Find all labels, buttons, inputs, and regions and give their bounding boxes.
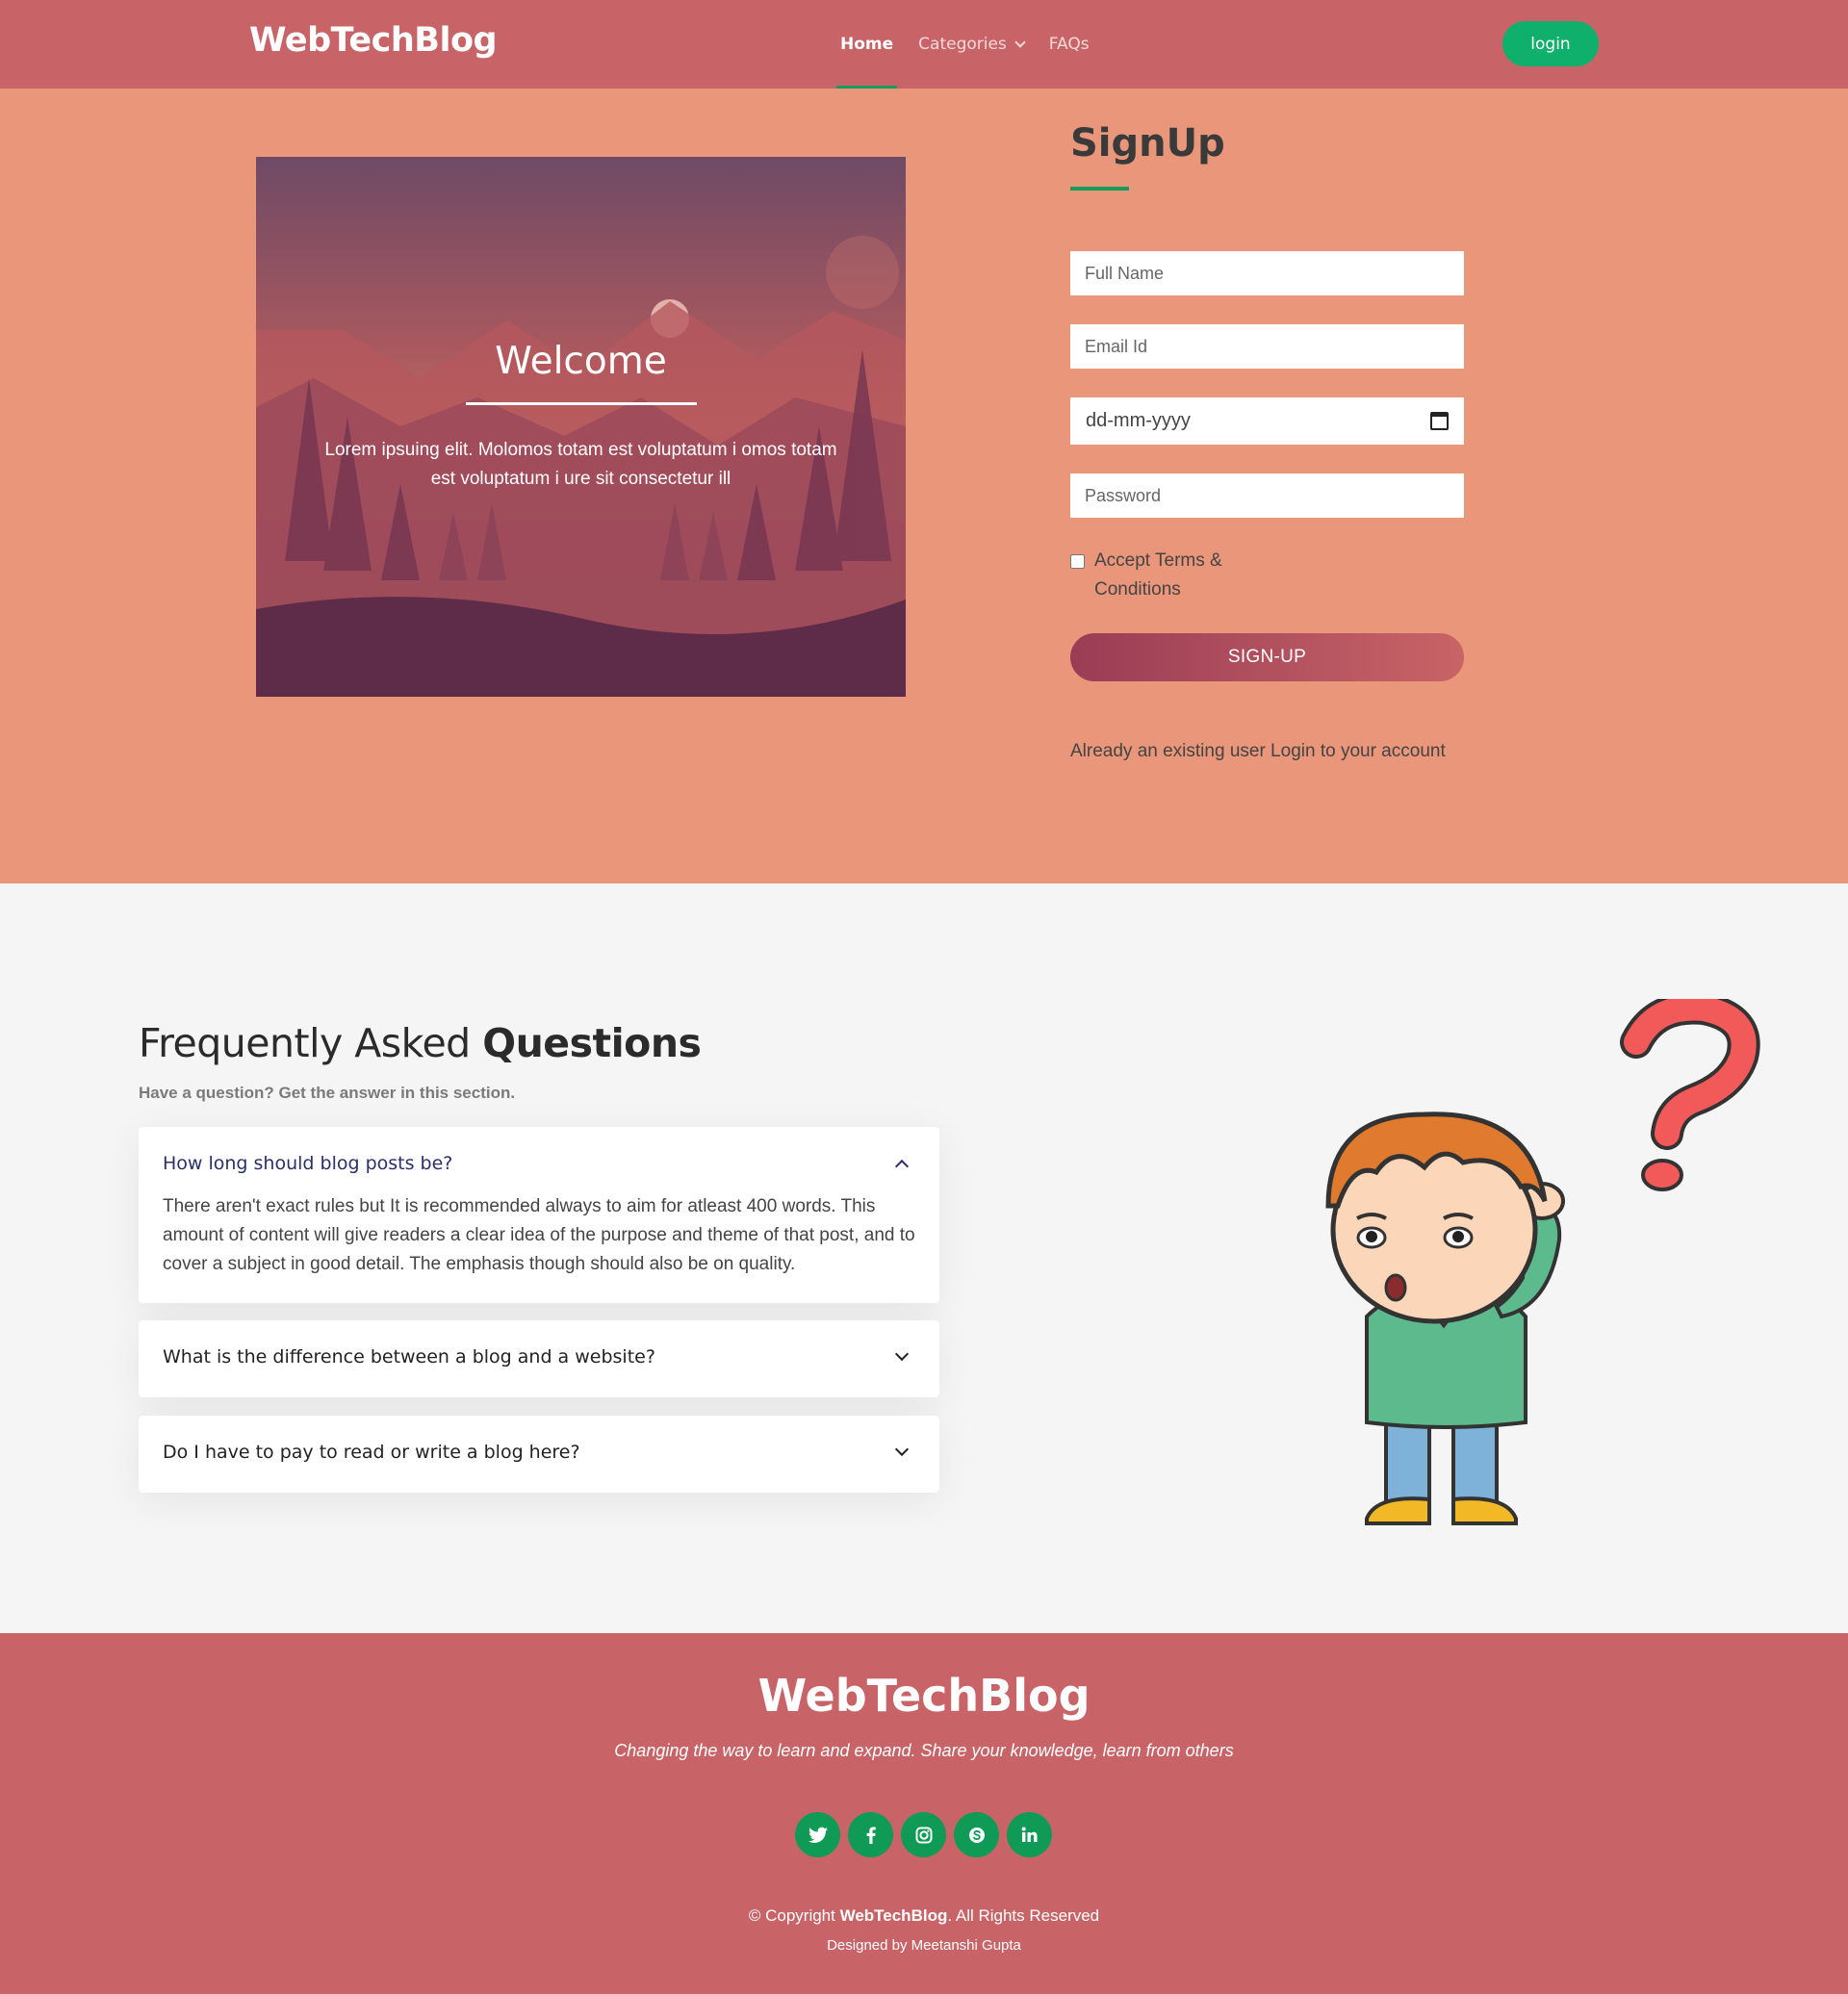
- chevron-up-icon[interactable]: [894, 1159, 910, 1174]
- skype-icon[interactable]: [954, 1812, 999, 1857]
- linkedin-icon[interactable]: [1007, 1812, 1052, 1857]
- date-placeholder: dd-mm-yyyy: [1086, 410, 1191, 431]
- twitter-icon[interactable]: [795, 1812, 840, 1857]
- terms-row: Accept Terms & Conditions: [1070, 547, 1222, 604]
- copyright-brand: WebTechBlog: [839, 1906, 948, 1925]
- password-field[interactable]: [1070, 473, 1464, 518]
- terms-checkbox[interactable]: [1070, 554, 1085, 569]
- social-links: [795, 1812, 1052, 1857]
- calendar-icon[interactable]: [1430, 412, 1449, 430]
- terms-label-line2: Conditions: [1094, 579, 1181, 600]
- nav-faqs-label: FAQs: [1048, 35, 1090, 54]
- terms-label: Accept Terms & Conditions: [1094, 547, 1222, 604]
- faq-question[interactable]: Do I have to pay to read or write a blog…: [163, 1442, 580, 1463]
- signup-title: SignUp: [1070, 121, 1225, 166]
- copyright-prefix: © Copyright: [748, 1906, 840, 1925]
- site-header: WebTechBlog Home Categories FAQs login: [0, 0, 1848, 89]
- faq-title-light: Frequently Asked: [139, 1020, 483, 1066]
- faq-title: Frequently Asked Questions: [139, 1020, 702, 1066]
- main-nav: Home Categories FAQs: [828, 0, 1102, 89]
- nav-faqs[interactable]: FAQs: [1037, 0, 1102, 89]
- email-field[interactable]: [1070, 324, 1464, 369]
- signup-title-underline: [1070, 187, 1129, 191]
- nav-categories-label: Categories: [918, 35, 1007, 54]
- designed-by: Designed by Meetanshi Gupta: [827, 1937, 1021, 1954]
- date-of-birth-field[interactable]: dd-mm-yyyy: [1070, 397, 1464, 445]
- welcome-card: Welcome Lorem ipsuing elit. Molomos tota…: [256, 157, 906, 697]
- site-logo[interactable]: WebTechBlog: [249, 21, 498, 60]
- faq-subtitle: Have a question? Get the answer in this …: [139, 1084, 516, 1102]
- footer-logo: WebTechBlog: [757, 1670, 1091, 1722]
- full-name-field[interactable]: [1070, 251, 1464, 295]
- faq-item[interactable]: Do I have to pay to read or write a blog…: [139, 1416, 939, 1493]
- welcome-text: Lorem ipsuing elit. Molomos totam est vo…: [324, 440, 837, 489]
- faq-question[interactable]: How long should blog posts be?: [163, 1153, 452, 1174]
- chevron-down-icon[interactable]: [894, 1346, 910, 1362]
- login-button[interactable]: login: [1502, 21, 1599, 66]
- signup-button[interactable]: SIGN-UP: [1070, 633, 1464, 681]
- welcome-title: Welcome: [495, 340, 667, 383]
- chevron-down-icon[interactable]: [894, 1442, 910, 1457]
- terms-label-line1: Accept Terms &: [1094, 550, 1222, 571]
- confused-boy-illustration: [1325, 999, 1760, 1525]
- faq-question[interactable]: What is the difference between a blog an…: [163, 1346, 655, 1368]
- existing-user-link[interactable]: Already an existing user Login to your a…: [1070, 741, 1446, 762]
- nav-categories[interactable]: Categories: [906, 0, 1037, 89]
- site-footer: WebTechBlog Changing the way to learn an…: [0, 1633, 1848, 1994]
- nav-home[interactable]: Home: [828, 0, 906, 89]
- facebook-icon[interactable]: [848, 1812, 893, 1857]
- footer-tagline: Changing the way to learn and expand. Sh…: [614, 1741, 1234, 1760]
- faq-item-expanded[interactable]: How long should blog posts be? There are…: [139, 1127, 939, 1303]
- signup-section: Welcome Lorem ipsuing elit. Molomos tota…: [0, 89, 1848, 883]
- faq-section: Frequently Asked Questions Have a questi…: [0, 883, 1848, 1633]
- faq-title-bold: Questions: [482, 1020, 702, 1066]
- copyright: © Copyright WebTechBlog. All Rights Rese…: [0, 1906, 1848, 1926]
- chevron-down-icon: [1014, 36, 1026, 48]
- nav-home-label: Home: [840, 35, 894, 54]
- faq-item[interactable]: What is the difference between a blog an…: [139, 1320, 939, 1397]
- mountain-forest-illustration: [256, 236, 906, 697]
- faq-answer: There aren't exact rules but It is recom…: [163, 1196, 915, 1274]
- welcome-divider: [466, 402, 697, 405]
- copyright-suffix: . All Rights Reserved: [947, 1906, 1100, 1925]
- instagram-icon[interactable]: [901, 1812, 946, 1857]
